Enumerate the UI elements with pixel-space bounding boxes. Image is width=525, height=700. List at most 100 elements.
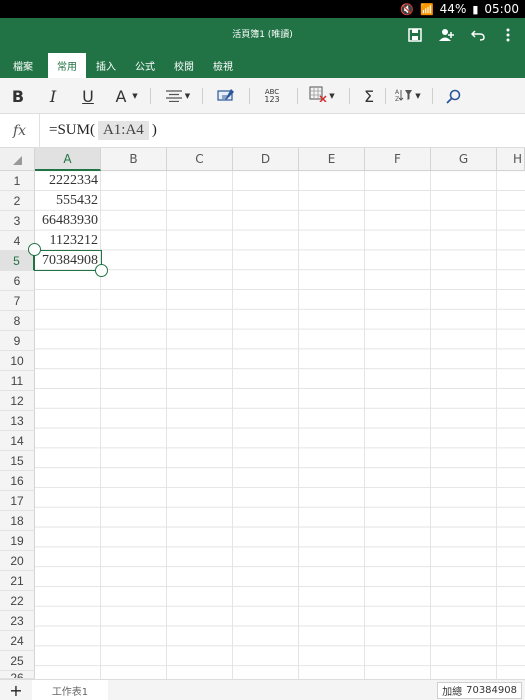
save-icon[interactable] [404,24,426,46]
fx-button[interactable]: fx [0,114,40,148]
formula-range-reference: A1:A4 [97,121,149,140]
chevron-down-icon: ▼ [329,92,335,100]
cell-grid[interactable] [35,171,525,680]
cell-selection-box [34,250,102,271]
row-header-26[interactable]: 26 [0,671,35,679]
align-icon [165,87,182,106]
row-header-23[interactable]: 23 [0,611,35,631]
selection-handle-end[interactable] [95,264,108,277]
sheet-tab[interactable]: 工作表1 [32,680,108,700]
column-header-h[interactable]: H [497,148,525,171]
svg-text:Z: Z [395,96,399,102]
wifi-icon: 📶 [419,2,434,16]
undo-icon[interactable] [467,24,489,46]
autosum-button[interactable]: Σ [358,78,380,114]
battery-level: 44% [439,2,467,16]
align-button[interactable]: ▼ [163,78,193,114]
row-header-10[interactable]: 10 [0,351,35,371]
tab-file[interactable]: 檔案 [0,52,46,78]
font-color-button[interactable]: A [112,78,130,114]
italic-button[interactable]: I [41,78,65,114]
tab-review[interactable]: 校閱 [166,52,202,78]
battery-icon: ▮ [472,2,479,16]
cell-a2[interactable]: 555432 [35,191,101,211]
tab-insert[interactable]: 插入 [88,52,124,78]
row-header-6[interactable]: 6 [0,271,35,291]
more-options-icon[interactable] [497,24,519,46]
format-paint-icon[interactable] [213,78,239,114]
column-header-f[interactable]: F [365,148,431,171]
column-header-g[interactable]: G [431,148,497,171]
row-header-13[interactable]: 13 [0,411,35,431]
row-header-15[interactable]: 15 [0,451,35,471]
cell-a3[interactable]: 66483930 [35,211,101,231]
row-header-17[interactable]: 17 [0,491,35,511]
cell-a4[interactable]: 1123212 [35,231,101,251]
search-icon[interactable] [442,78,464,114]
row-header-16[interactable]: 16 [0,471,35,491]
cell-a1[interactable]: 2222334 [35,171,101,191]
tab-view[interactable]: 檢視 [204,52,242,78]
divider [150,88,151,104]
underline-button[interactable]: U [76,78,100,114]
row-header-9[interactable]: 9 [0,331,35,351]
row-header-20[interactable]: 20 [0,551,35,571]
svg-text:A: A [395,89,400,96]
sort-filter-button[interactable]: AZ ▼ [393,78,423,114]
row-header-8[interactable]: 8 [0,311,35,331]
row-header-19[interactable]: 19 [0,531,35,551]
chevron-down-icon[interactable]: ▼ [130,78,140,114]
123-label: 123 [264,95,280,104]
column-header-e[interactable]: E [299,148,365,171]
row-header-21[interactable]: 21 [0,571,35,591]
formula-suffix: ) [151,122,157,138]
select-all-corner[interactable] [0,148,35,171]
divider [432,88,433,104]
number-format-button[interactable]: ABC 123 [259,78,285,114]
column-header-a[interactable]: A [35,148,101,171]
row-header-12[interactable]: 12 [0,391,35,411]
insert-delete-cells-button[interactable]: ▼ [306,78,338,114]
formula-bar: fx =SUM( A1:A4 ) [0,114,525,148]
share-person-icon[interactable] [436,24,458,46]
chevron-down-icon: ▼ [184,92,191,100]
column-header-b[interactable]: B [101,148,167,171]
row-header-25[interactable]: 25 [0,651,35,671]
bold-button[interactable]: B [6,78,30,114]
divider [349,88,350,104]
row-header-22[interactable]: 22 [0,591,35,611]
row-header-24[interactable]: 24 [0,631,35,651]
ribbon-tabs: 檔案 常用 插入 公式 校閱 檢視 [0,52,525,78]
status-bar: 🔇 📶 44% ▮ 05:00 [0,0,525,18]
divider [297,88,298,104]
add-sheet-button[interactable]: + [6,680,26,700]
formula-input[interactable]: =SUM( A1:A4 ) [49,121,157,140]
row-header-18[interactable]: 18 [0,511,35,531]
column-header-d[interactable]: D [233,148,299,171]
sum-label: 加總 [442,687,463,698]
divider [249,88,250,104]
row-header-14[interactable]: 14 [0,431,35,451]
divider [202,88,203,104]
sort-filter-icon: AZ [395,87,413,106]
row-header-2[interactable]: 2 [0,191,35,211]
row-header-11[interactable]: 11 [0,371,35,391]
clock: 05:00 [484,2,519,16]
column-header-c[interactable]: C [167,148,233,171]
chevron-down-icon: ▼ [415,92,421,100]
formula-prefix: =SUM( [49,122,95,138]
mute-icon: 🔇 [400,2,414,16]
row-header-1[interactable]: 1 [0,171,35,191]
selection-handle-start[interactable] [28,243,41,256]
table-delete-icon [309,86,327,106]
sum-value: 70384908 [466,685,517,696]
status-sum[interactable]: 加總 70384908 [437,682,522,699]
row-header-7[interactable]: 7 [0,291,35,311]
tab-formulas[interactable]: 公式 [126,52,164,78]
divider [385,88,386,104]
tab-home[interactable]: 常用 [48,53,86,78]
title-bar: 活頁簿1 (唯讀) [0,18,525,52]
sheet-bar: + 工作表1 加總 70384908 [0,679,525,700]
select-all-triangle-icon [13,156,22,165]
row-header-3[interactable]: 3 [0,211,35,231]
